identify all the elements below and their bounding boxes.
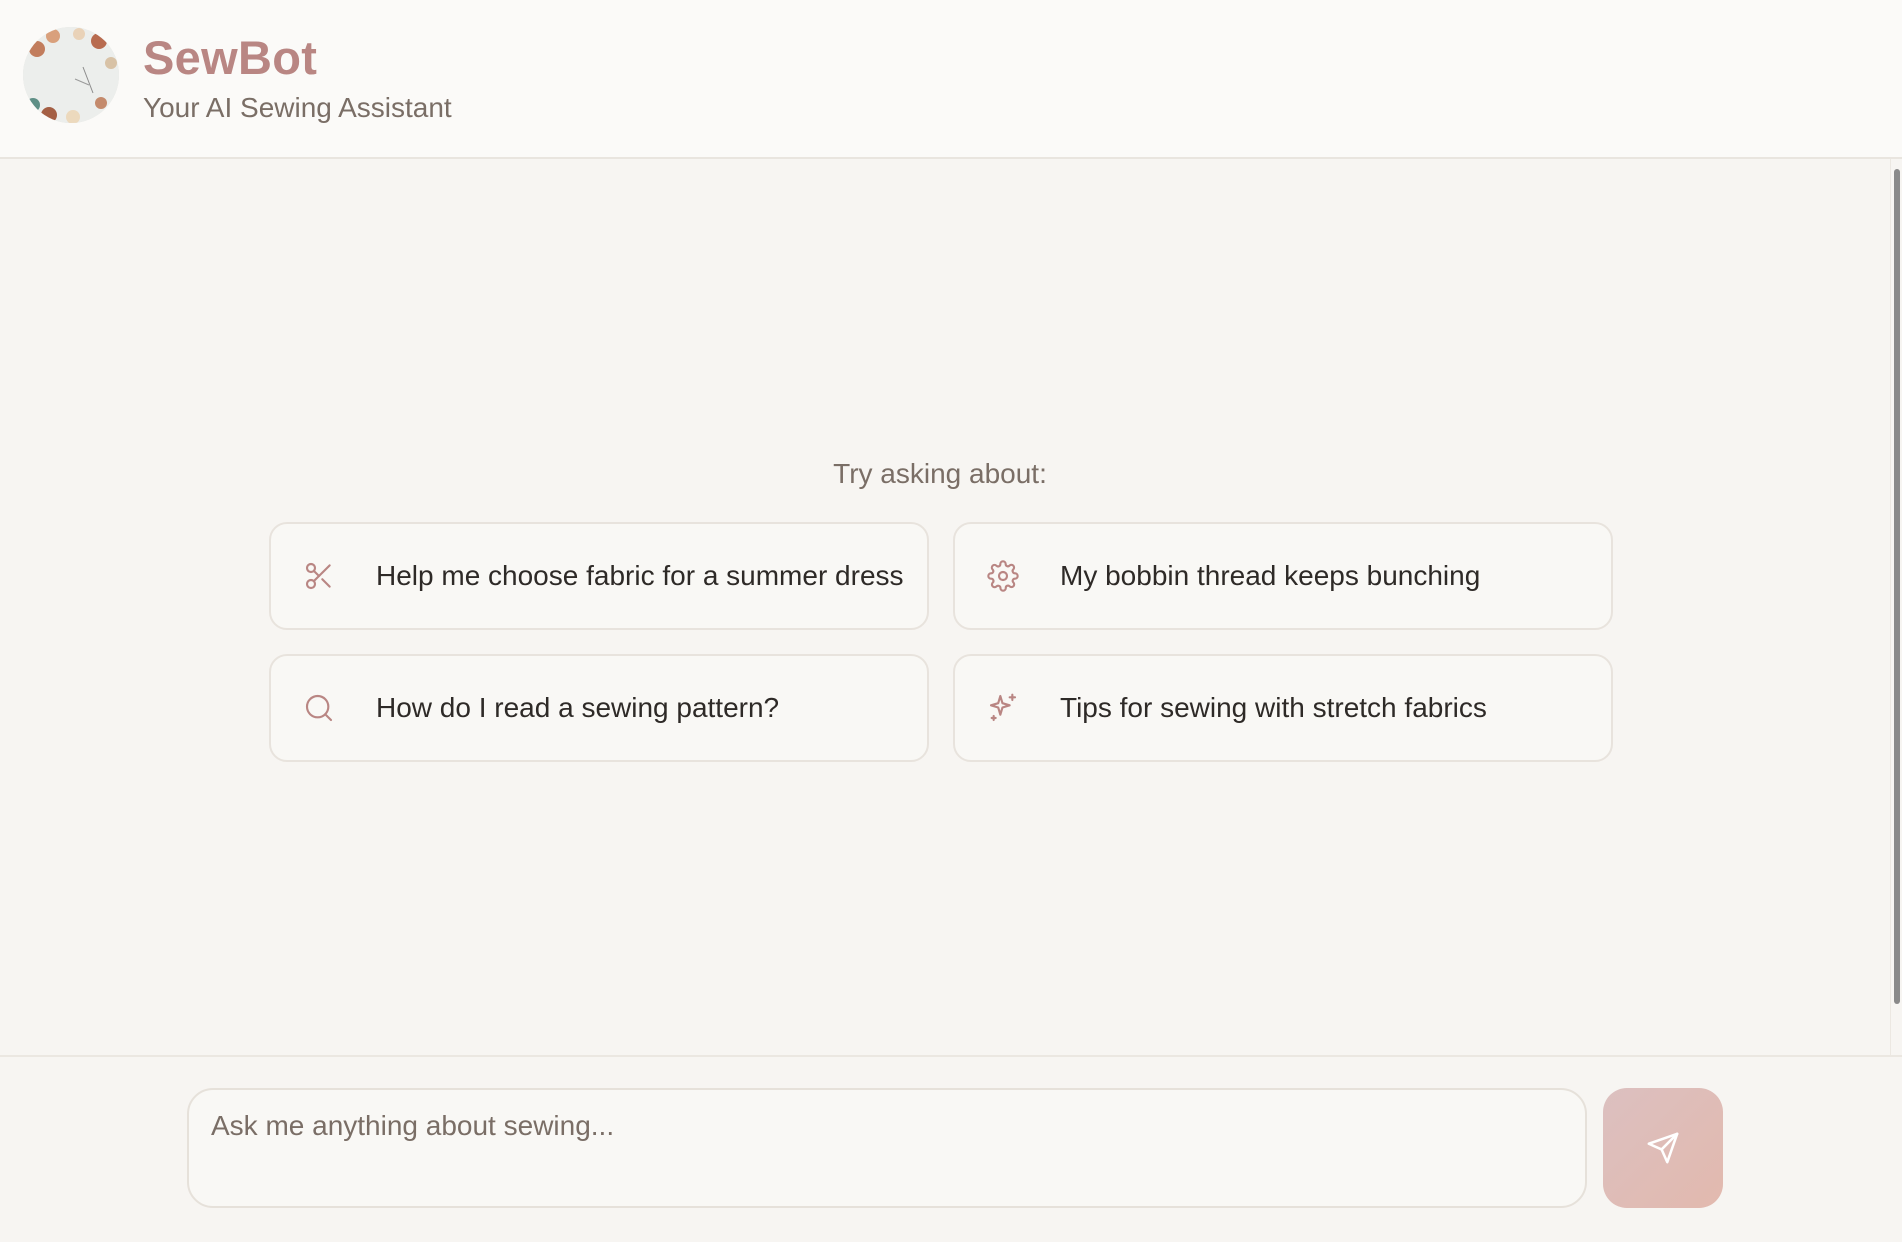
send-icon [1647,1132,1679,1164]
send-button[interactable] [1603,1088,1723,1208]
suggestion-card-pattern[interactable]: How do I read a sewing pattern? [269,654,929,762]
scrollbar[interactable] [1890,159,1902,1055]
scrollbar-thumb[interactable] [1894,169,1900,1004]
gear-icon [987,560,1019,592]
suggestion-label: Tips for sewing with stretch fabrics [1060,692,1487,723]
suggestion-card-stretch[interactable]: Tips for sewing with stretch fabrics [953,654,1613,762]
suggestion-label: How do I read a sewing pattern? [376,692,780,723]
suggestion-label: My bobbin thread keeps bunching [1060,560,1481,591]
sparkle-icon [987,692,1019,724]
scissors-icon [303,560,335,592]
app-title: SewBot [143,31,318,84]
suggestions-heading: Try asking about: [833,458,1047,489]
suggestion-card-fabric[interactable]: Help me choose fabric for a summer dress [269,522,929,630]
search-icon [303,692,335,724]
message-input-container[interactable] [187,1088,1587,1208]
avatar [23,27,119,123]
suggestion-card-bobbin[interactable]: My bobbin thread keeps bunching [953,522,1613,630]
suggestion-label: Help me choose fabric for a summer dress [376,560,904,591]
app-subtitle: Your AI Sewing Assistant [143,92,452,123]
message-input[interactable] [211,1110,1551,1190]
app-header: SewBot Your AI Sewing Assistant [0,0,1902,159]
